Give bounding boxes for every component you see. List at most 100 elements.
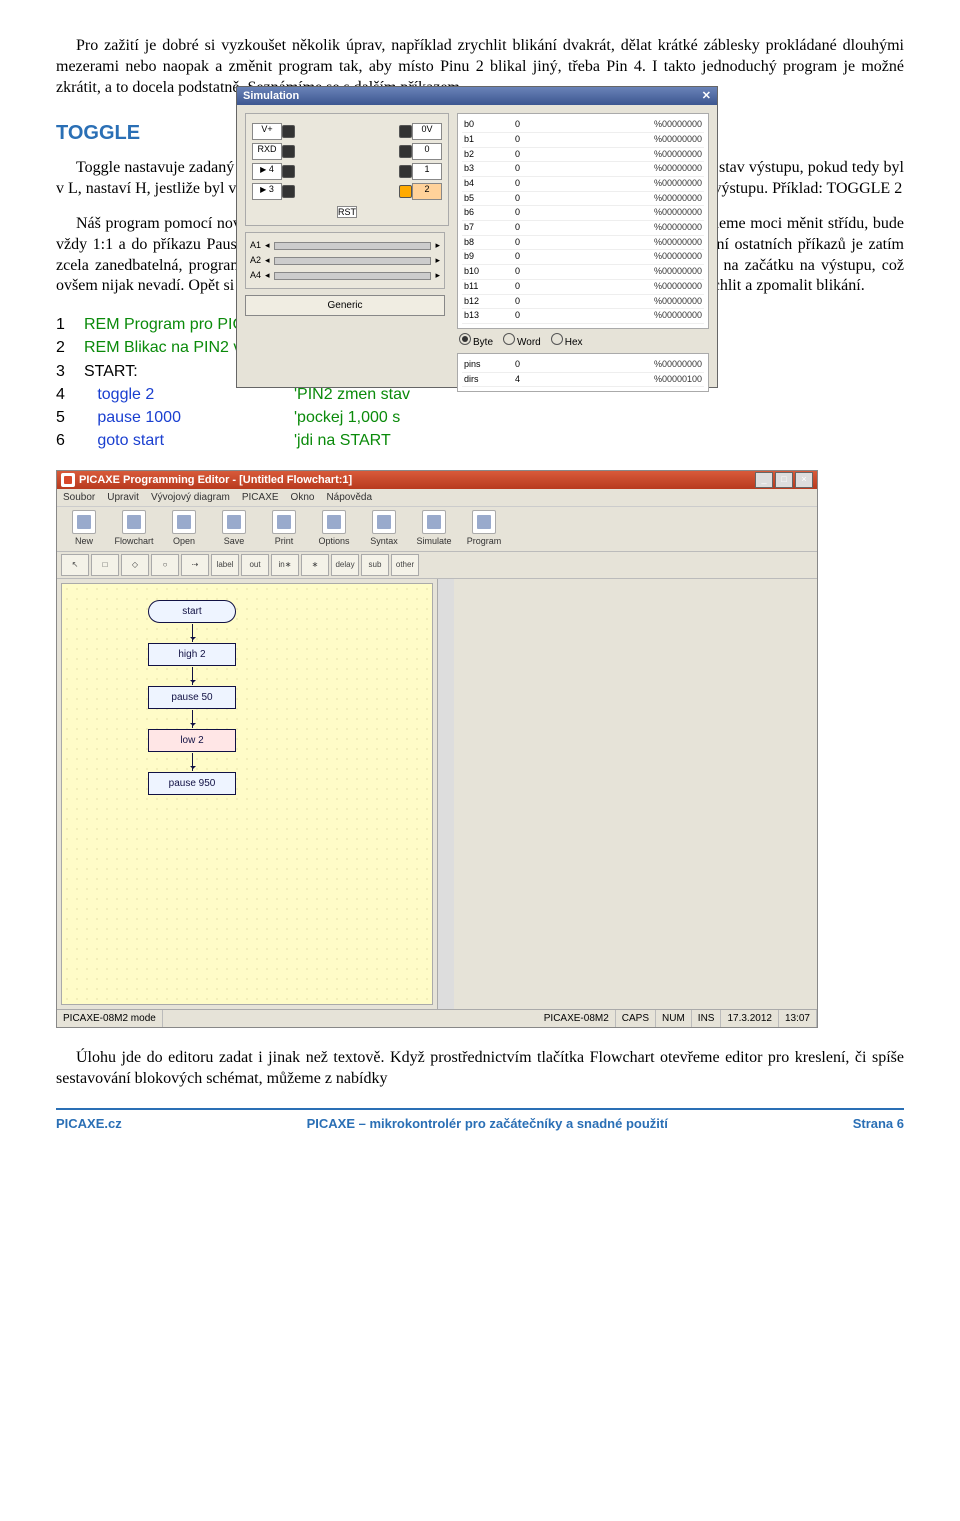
pin-vplus[interactable]: V+ [252, 123, 282, 140]
program-icon [472, 510, 496, 534]
palette-decision[interactable]: ◇ [121, 554, 149, 576]
pin-2[interactable]: 2 [412, 183, 442, 200]
simulate-icon [422, 510, 446, 534]
tb-print[interactable]: Print [261, 510, 307, 548]
pin-0v[interactable]: 0V [412, 123, 442, 140]
register-row: b130%00000000 [462, 309, 704, 324]
palette-sub[interactable]: sub [361, 554, 389, 576]
window-title: PICAXE Programming Editor - [Untitled Fl… [79, 473, 755, 487]
menu-upravit[interactable]: Upravit [107, 491, 139, 504]
open-icon [172, 510, 196, 534]
chevron-left-icon[interactable]: ◂ [265, 240, 270, 252]
pin-1[interactable]: 1 [412, 163, 442, 180]
pin-3[interactable]: ▶ 3 [252, 183, 282, 200]
tb-syntax[interactable]: Syntax [361, 510, 407, 548]
status-mode: PICAXE-08M2 mode [57, 1010, 163, 1027]
register-row: b60%00000000 [462, 206, 704, 221]
slider-a2[interactable] [274, 257, 432, 265]
register-row: b40%00000000 [462, 177, 704, 192]
shape-palette: ↖ □ ◇ ○ ⇢ label out in∗ ∗ delay sub othe… [57, 552, 817, 579]
status-chip: PICAXE-08M2 [538, 1010, 616, 1027]
minimize-button[interactable]: _ [755, 472, 773, 488]
workspace: start high 2 pause 50 low 2 pause 950 Si… [57, 579, 817, 1009]
generic-dropdown[interactable]: Generic [245, 295, 445, 316]
pins-dirs-table: pins0%00000000 dirs4%00000100 [457, 353, 709, 392]
tb-flowchart[interactable]: Flowchart [111, 510, 157, 548]
chevron-right-icon[interactable]: ▸ [435, 270, 440, 282]
status-date: 17.3.2012 [721, 1010, 779, 1027]
menu-picaxe[interactable]: PICAXE [242, 491, 279, 504]
pin-0[interactable]: 0 [412, 143, 442, 160]
palette-delay[interactable]: delay [331, 554, 359, 576]
pin-rxd[interactable]: RXD [252, 143, 282, 160]
print-icon [272, 510, 296, 534]
palette-out[interactable]: out [241, 554, 269, 576]
syntax-icon [372, 510, 396, 534]
led-icon [399, 185, 412, 198]
palette-terminator[interactable]: ○ [151, 554, 179, 576]
node-start[interactable]: start [148, 600, 236, 623]
maximize-button[interactable]: □ [775, 472, 793, 488]
close-button[interactable]: × [795, 472, 813, 488]
footer-left: PICAXE.cz [56, 1116, 122, 1133]
simulation-close-button[interactable]: ✕ [702, 89, 711, 103]
slider-a4[interactable] [274, 272, 432, 280]
led-icon [282, 145, 295, 158]
flow-arrow-icon [192, 753, 193, 771]
tb-program[interactable]: Program [461, 510, 507, 548]
palette-pointer[interactable]: ↖ [61, 554, 89, 576]
chevron-left-icon[interactable]: ◂ [265, 255, 270, 267]
palette-rect[interactable]: □ [91, 554, 119, 576]
menu-bar: Soubor Upravit Vývojový diagram PICAXE O… [57, 489, 817, 506]
chevron-right-icon[interactable]: ▸ [435, 255, 440, 267]
tb-options[interactable]: Options [311, 510, 357, 548]
footer-mid: PICAXE – mikrokontrolér pro začátečníky … [122, 1116, 853, 1133]
status-num: NUM [656, 1010, 692, 1027]
palette-other[interactable]: other [391, 554, 419, 576]
led-icon [399, 145, 412, 158]
radio-word[interactable] [503, 333, 515, 345]
node-high2[interactable]: high 2 [148, 643, 236, 666]
palette-label[interactable]: label [211, 554, 239, 576]
register-row: b90%00000000 [462, 250, 704, 265]
menu-okno[interactable]: Okno [291, 491, 315, 504]
tb-save[interactable]: Save [211, 510, 257, 548]
status-bar: PICAXE-08M2 mode PICAXE-08M2 CAPS NUM IN… [57, 1009, 817, 1027]
tb-open[interactable]: Open [161, 510, 207, 548]
vertical-scrollbar[interactable] [437, 579, 454, 1009]
paragraph-4: Úlohu jde do editoru zadat i jinak než t… [56, 1048, 904, 1090]
palette-arrow[interactable]: ⇢ [181, 554, 209, 576]
code-line-5: pause 1000 [84, 406, 294, 429]
palette-star[interactable]: ∗ [301, 554, 329, 576]
node-pause50[interactable]: pause 50 [148, 686, 236, 709]
chevron-left-icon[interactable]: ◂ [265, 270, 270, 282]
window-titlebar: PICAXE Programming Editor - [Untitled Fl… [57, 471, 817, 489]
palette-in[interactable]: in∗ [271, 554, 299, 576]
register-row: b100%00000000 [462, 265, 704, 280]
register-row: b80%00000000 [462, 236, 704, 251]
menu-napoveda[interactable]: Nápověda [326, 491, 372, 504]
save-icon [222, 510, 246, 534]
flowchart-icon [122, 510, 146, 534]
pin-4[interactable]: ▶ 4 [252, 163, 282, 180]
rst-button[interactable]: RST [337, 206, 357, 218]
radio-hex[interactable] [551, 333, 563, 345]
node-pause950[interactable]: pause 950 [148, 772, 236, 795]
tb-simulate[interactable]: Simulate [411, 510, 457, 548]
register-table: b00%00000000b10%00000000b20%00000000b30%… [457, 113, 709, 329]
footer-divider [56, 1108, 904, 1110]
flowchart-canvas[interactable]: start high 2 pause 50 low 2 pause 950 [61, 583, 433, 1005]
flow-arrow-icon [192, 710, 193, 728]
menu-soubor[interactable]: Soubor [63, 491, 95, 504]
analog-sliders: A1◂▸ A2◂▸ A4◂▸ [245, 232, 445, 289]
tb-new[interactable]: New [61, 510, 107, 548]
slider-a1[interactable] [274, 242, 432, 250]
radio-byte[interactable] [459, 333, 471, 345]
footer-right: Strana 6 [853, 1116, 904, 1133]
app-icon [61, 473, 75, 487]
led-icon [282, 185, 295, 198]
menu-diagram[interactable]: Vývojový diagram [151, 491, 230, 504]
node-low2[interactable]: low 2 [148, 729, 236, 752]
led-icon [282, 125, 295, 138]
chevron-right-icon[interactable]: ▸ [435, 240, 440, 252]
